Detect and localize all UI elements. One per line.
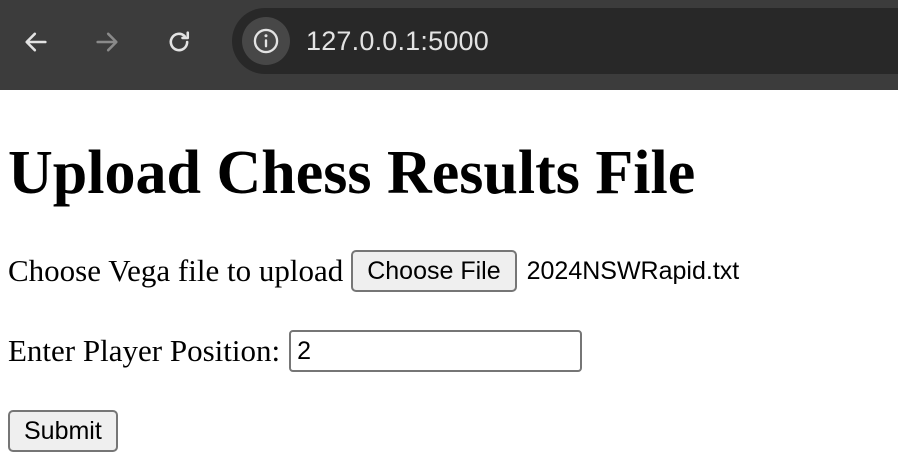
file-upload-label: Choose Vega file to upload (8, 253, 344, 288)
reload-button[interactable] (159, 22, 199, 62)
choose-file-button[interactable]: Choose File (351, 250, 517, 292)
forward-arrow-icon (96, 32, 118, 52)
url-text[interactable]: 127.0.0.1:5000 (306, 26, 489, 57)
back-arrow-icon (25, 32, 47, 52)
player-position-row: Enter Player Position: (8, 330, 583, 372)
submit-button[interactable]: Submit (8, 410, 118, 452)
page-title: Upload Chess Results File (8, 139, 696, 207)
site-info-button[interactable] (242, 17, 290, 65)
address-bar[interactable]: 127.0.0.1:5000 (232, 8, 898, 74)
player-position-input[interactable] (289, 330, 583, 372)
info-icon (253, 28, 279, 54)
file-upload-row: Choose Vega file to upload Choose File 2… (8, 250, 739, 292)
player-position-label: Enter Player Position: (8, 333, 281, 368)
reload-icon (169, 31, 190, 52)
browser-toolbar: 127.0.0.1:5000 (0, 0, 898, 90)
forward-button[interactable] (87, 22, 127, 62)
back-button[interactable] (16, 22, 56, 62)
selected-file-name: 2024NSWRapid.txt (526, 256, 740, 285)
